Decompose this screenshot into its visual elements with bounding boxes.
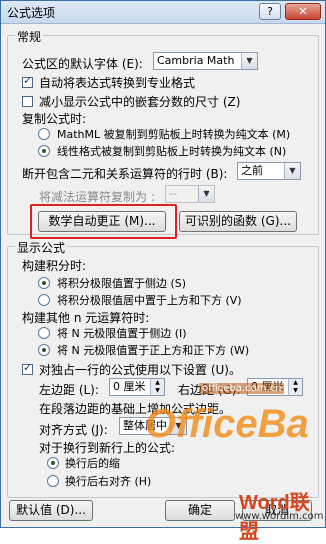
left-margin-input[interactable]: 0 厘米 ▲ ▼ — [109, 378, 165, 396]
align-label: 对齐方式 (J): — [39, 423, 108, 437]
watermark-word-url: www.wordlm.com — [235, 511, 324, 522]
spin-down-icon[interactable]: ▼ — [288, 387, 302, 395]
auto-convert-label: 自动将表达式转换到专业格式 — [39, 76, 196, 90]
chevron-down-icon: ▼ — [198, 186, 214, 202]
ok-button[interactable]: 确定 — [165, 500, 235, 521]
spin-up-icon[interactable]: ▲ — [288, 379, 302, 387]
copy-mathml-label: MathML 被复制到剪贴板上时转换为纯文本 (M) — [57, 128, 291, 141]
integral-side-radio[interactable] — [38, 277, 50, 289]
nary-label: 构建其他 n 元运算符时: — [22, 311, 150, 325]
wrap-indent-label: 换行后的缩 — [65, 457, 120, 470]
left-margin-value: 0 厘米 — [113, 380, 146, 393]
nary-side-label: 将 N 元极限值置于侧边 (I) — [57, 327, 187, 340]
general-group-title: 常规 — [15, 28, 44, 45]
watermark-brand: OfficeBa — [145, 402, 309, 446]
copy-label: 复制公式时: — [22, 112, 87, 126]
own-line-label: 对独占一行的公式使用以下设置 (U)。 — [39, 363, 241, 377]
display-group-title: 显示公式 — [15, 239, 68, 256]
integrals-label: 构建积分时: — [22, 259, 87, 273]
nary-center-label: 将 N 元极限值置于正上方和正下方 (W) — [57, 344, 250, 357]
wrap-right-label: 换行后右对齐 (H) — [65, 475, 152, 488]
defaults-button[interactable]: 默认值 (D)... — [9, 500, 93, 521]
default-font-select[interactable]: Cambria Math ▼ — [153, 52, 258, 70]
left-margin-label: 左边距 (L): — [39, 383, 99, 397]
reduce-size-label: 减小显示公式中的嵌套分数的尺寸 (Z) — [39, 95, 241, 109]
help-button[interactable]: ? — [259, 3, 281, 20]
formula-options-dialog: 公式选项 ? ✕ 常规 公式区的默认字体 (E): Cambria Math ▼… — [0, 0, 326, 543]
chevron-down-icon: ▼ — [241, 53, 257, 69]
chevron-down-icon: ▼ — [284, 163, 300, 179]
watermark-site: officeba.com.cn — [199, 383, 285, 394]
nary-center-radio[interactable] — [38, 344, 50, 356]
own-line-checkbox[interactable] — [22, 361, 33, 375]
copy-linear-radio[interactable] — [38, 145, 50, 157]
spin-up-icon[interactable]: ▲ — [150, 379, 164, 387]
default-font-value: Cambria Math — [157, 54, 235, 67]
copy-mathml-radio[interactable] — [38, 128, 50, 140]
reduce-size-checkbox[interactable] — [22, 96, 33, 107]
break-select[interactable]: 之前 ▼ — [237, 162, 301, 180]
recognized-functions-button[interactable]: 可识别的函数 (G)... — [179, 211, 297, 232]
nary-side-radio[interactable] — [38, 327, 50, 339]
break-value: 之前 — [241, 164, 263, 177]
wrap-right-radio[interactable] — [47, 475, 59, 487]
wrap-indent-radio[interactable] — [47, 457, 59, 469]
math-autocorrect-button[interactable]: 数学自动更正 (M)... — [38, 211, 166, 232]
auto-convert-checkbox[interactable] — [22, 74, 33, 88]
integral-center-radio[interactable] — [38, 294, 50, 306]
dup-operator-value: -- — [169, 187, 177, 200]
dup-operator-label: 将减法运算符复制为 : — [39, 190, 155, 204]
spin-down-icon[interactable]: ▼ — [150, 387, 164, 395]
title-bar: 公式选项 ? ✕ — [1, 1, 325, 24]
close-button[interactable]: ✕ — [285, 3, 321, 20]
copy-linear-label: 线性格式被复制到剪贴板上时转换为纯文本 (N) — [57, 145, 287, 158]
default-font-label: 公式区的默认字体 (E): — [22, 57, 143, 71]
dup-operator-select[interactable]: -- ▼ — [165, 185, 215, 203]
break-label: 断开包含二元和关系运算符的行时 (B): — [22, 167, 228, 181]
dialog-title: 公式选项 — [7, 6, 56, 20]
integral-center-label: 将积分极限值居中置于上方和下方 (V) — [57, 294, 242, 307]
integral-side-label: 将积分极限值置于侧边 (S) — [57, 277, 187, 290]
